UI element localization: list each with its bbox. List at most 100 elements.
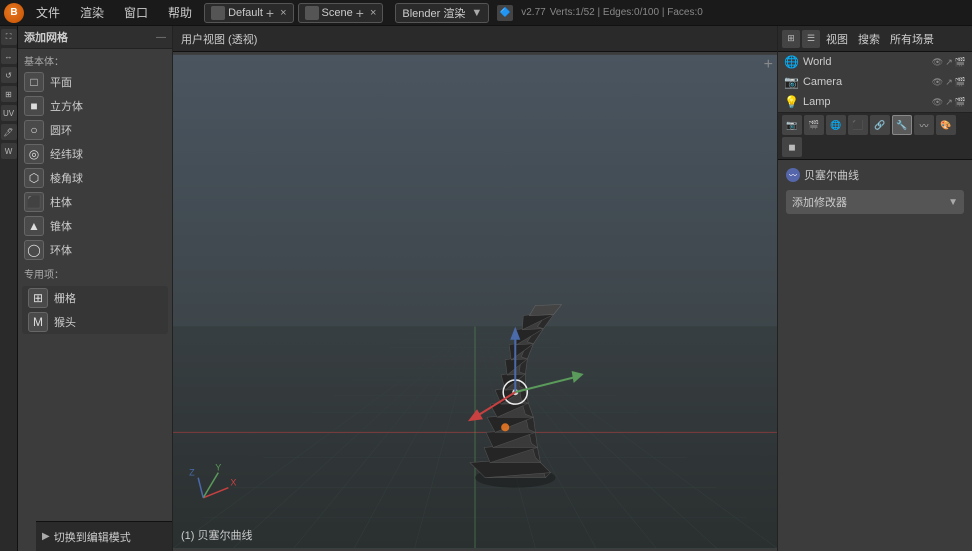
menu-window[interactable]: 窗口 — [116, 2, 156, 23]
stats-label: Verts:1/52 | Edges:0/100 | Faces:0 — [550, 7, 703, 18]
world-eye-icon[interactable]: 👁 — [932, 57, 943, 68]
render-engine-tab[interactable]: Blender 渲染 ▼ — [395, 3, 489, 23]
prop-icon-render[interactable]: 📷 — [782, 115, 802, 135]
prop-icon-world[interactable]: 🌐 — [826, 115, 846, 135]
mesh-item-circle[interactable]: ○ 圆环 — [18, 118, 172, 142]
workspace-scene-label: Scene — [322, 7, 353, 19]
add-mesh-header[interactable]: 添加网格 — — [18, 26, 172, 49]
camera-eye-icon[interactable]: 👁 — [932, 77, 943, 88]
toolbar-icon-4[interactable]: ⊞ — [1, 86, 17, 102]
prop-icon-object[interactable]: ⬛ — [848, 115, 868, 135]
world-label: World — [803, 56, 832, 68]
workspace-scene-plus[interactable]: + — [356, 5, 364, 21]
view-label[interactable]: 视图 — [826, 31, 848, 47]
add-mesh-title: 添加网格 — [24, 29, 68, 45]
camera-visibility-icons: 👁 ↗ 🎬 — [932, 77, 966, 88]
camera-cursor-icon[interactable]: ↗ — [945, 77, 953, 88]
prop-icon-data[interactable]: 〰 — [914, 115, 934, 135]
world-render-icon[interactable]: 🎬 — [955, 57, 966, 68]
right-panel-icon1[interactable]: ⊞ — [782, 30, 800, 48]
mesh-item-plane[interactable]: □ 平面 — [18, 70, 172, 94]
left-toolbar: ⛶ ↔ ↺ ⊞ UV 🖊 W — [0, 26, 18, 551]
prop-icon-scene[interactable]: 🎬 — [804, 115, 824, 135]
outliner-item-world[interactable]: 🌐 World 👁 ↗ 🎬 — [778, 52, 972, 72]
add-modifier-button[interactable]: 添加修改器 ▼ — [786, 190, 964, 214]
prop-icon-modifiers[interactable]: 🔧 — [892, 115, 912, 135]
prop-icon-texture[interactable]: ◼ — [782, 137, 802, 157]
cone-icon: ▲ — [24, 216, 44, 236]
mesh-item-monkey[interactable]: M 猴头 — [22, 310, 168, 334]
world-visibility-icons: 👁 ↗ 🎬 — [932, 57, 966, 68]
lamp-label: Lamp — [803, 96, 831, 108]
toolbar-icon-5[interactable]: UV — [1, 105, 17, 121]
viewport-plus-button[interactable]: + — [764, 56, 773, 74]
mesh-item-cone[interactable]: ▲ 锥体 — [18, 214, 172, 238]
torus-label: 环体 — [50, 242, 72, 258]
outliner-item-lamp[interactable]: 💡 Lamp 👁 ↗ 🎬 — [778, 92, 972, 112]
toolbar-icon-2[interactable]: ↔ — [1, 48, 17, 64]
object-header: 〰 贝塞尔曲线 — [782, 164, 968, 186]
right-panel-icon2[interactable]: ☰ — [802, 30, 820, 48]
uvsphere-label: 经纬球 — [50, 146, 83, 162]
mesh-item-torus[interactable]: ◯ 环体 — [18, 238, 172, 262]
prop-icon-constraints[interactable]: 🔗 — [870, 115, 890, 135]
workspace-scene-close[interactable]: × — [370, 7, 376, 19]
search-label[interactable]: 搜索 — [858, 31, 880, 47]
menu-file[interactable]: 文件 — [28, 2, 68, 23]
add-mesh-panel: 添加网格 — 基本体： □ 平面 ■ 立方体 ○ 圆环 ◎ 经纬球 ⬡ 棱角球 … — [18, 26, 173, 551]
mesh-item-icosphere[interactable]: ⬡ 棱角球 — [18, 166, 172, 190]
camera-render-icon[interactable]: 🎬 — [955, 77, 966, 88]
lamp-visibility-icons: 👁 ↗ 🎬 — [932, 97, 966, 108]
toolbar-icon-weight[interactable]: W — [1, 143, 17, 159]
panel-collapse-icon[interactable]: — — [156, 32, 166, 43]
world-cursor-icon[interactable]: ↗ — [945, 57, 953, 68]
lamp-render-icon[interactable]: 🎬 — [955, 97, 966, 108]
viewport-canvas[interactable]: X Y Z + (1) 贝塞尔曲线 — [173, 52, 777, 551]
outliner: 🌐 World 👁 ↗ 🎬 📷 Camera 👁 ↗ 🎬 💡 — [778, 52, 972, 113]
lamp-icon: 💡 — [784, 95, 799, 109]
workspace-default-tab[interactable]: Default + × — [204, 3, 293, 23]
workspace-default-close[interactable]: × — [280, 7, 286, 19]
mesh-item-cube[interactable]: ■ 立方体 — [18, 94, 172, 118]
all-scenes-label[interactable]: 所有场景 — [890, 31, 934, 47]
add-modifier-dropdown-arrow: ▼ — [948, 197, 958, 208]
viewport-label: 用户视图 (透视) — [181, 31, 257, 47]
mode-switch[interactable]: ▶ 切换到编辑模式 — — [36, 521, 173, 551]
outliner-item-camera[interactable]: 📷 Camera 👁 ↗ 🎬 — [778, 72, 972, 92]
grid-icon: ⊞ — [28, 288, 48, 308]
properties-header: 📷 🎬 🌐 ⬛ 🔗 🔧 〰 🎨 ◼ — [778, 113, 972, 160]
render-engine-dropdown[interactable]: ▼ — [471, 7, 482, 19]
toolbar-icon-1[interactable]: ⛶ — [1, 29, 17, 45]
toolbar-icon-3[interactable]: ↺ — [1, 67, 17, 83]
workspace-scene-tab[interactable]: Scene + × — [298, 3, 384, 23]
world-icon: 🌐 — [784, 55, 799, 69]
lamp-eye-icon[interactable]: 👁 — [932, 97, 943, 108]
mesh-item-uvsphere[interactable]: ◎ 经纬球 — [18, 142, 172, 166]
viewport[interactable]: 用户视图 (透视) — [173, 26, 777, 551]
lamp-cursor-icon[interactable]: ↗ — [945, 97, 953, 108]
icosphere-label: 棱角球 — [50, 170, 83, 186]
top-bar: B 文件 渲染 窗口 帮助 Default + × Scene + × Blen… — [0, 0, 972, 26]
toolbar-icon-sculpt[interactable]: 🖊 — [1, 124, 17, 140]
camera-icon: 📷 — [784, 75, 799, 89]
cylinder-icon: ⬛ — [24, 192, 44, 212]
mesh-item-cylinder[interactable]: ⬛ 柱体 — [18, 190, 172, 214]
basics-section-label: 基本体： — [18, 49, 172, 70]
workspace-scene-icon — [305, 6, 319, 20]
menu-render[interactable]: 渲染 — [72, 2, 112, 23]
object-type-symbol: 〰 — [789, 170, 797, 181]
viewport-header: 用户视图 (透视) — [173, 26, 777, 52]
special-section-label: 专用项： — [18, 262, 172, 283]
add-modifier-label: 添加修改器 — [792, 194, 847, 210]
workspace-default-plus[interactable]: + — [266, 5, 274, 21]
torus-icon: ◯ — [24, 240, 44, 260]
cylinder-label: 柱体 — [50, 194, 72, 210]
mode-switch-triangle: ▶ — [42, 531, 50, 542]
cube-label: 立方体 — [50, 98, 83, 114]
blender-logo: B — [4, 3, 24, 23]
mesh-item-grid[interactable]: ⊞ 栅格 — [22, 286, 168, 310]
version-label: v2.77 — [521, 7, 545, 18]
prop-icon-material[interactable]: 🎨 — [936, 115, 956, 135]
menu-help[interactable]: 帮助 — [160, 2, 200, 23]
render-engine-label: Blender 渲染 — [402, 5, 465, 21]
